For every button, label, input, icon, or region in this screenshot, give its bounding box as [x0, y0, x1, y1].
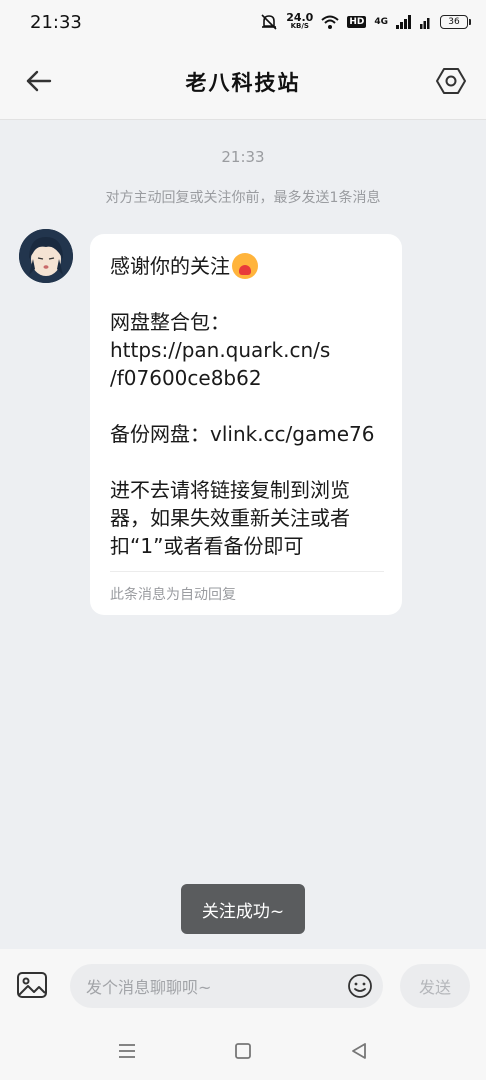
input-bar: 发个消息聊聊呗~ 发送: [0, 949, 486, 1023]
message-bubble[interactable]: 感谢你的关注 网盘整合包： https://pan.quark.cn/s /f0…: [90, 234, 402, 615]
message-input-placeholder: 发个消息聊聊呗~: [86, 978, 212, 997]
arrow-left-icon[interactable]: [24, 66, 54, 96]
bubble-divider: [110, 571, 384, 572]
hexagon-gear-icon[interactable]: [436, 66, 466, 96]
message-line: 进不去请将链接复制到浏览: [110, 478, 350, 502]
network-speed: 24.0 KB/S: [286, 11, 314, 30]
signal-label: 4G: [374, 17, 388, 27]
message-line: [110, 280, 384, 308]
message-input[interactable]: 发个消息聊聊呗~: [70, 964, 383, 1008]
toast: 关注成功~: [181, 884, 305, 934]
battery-icon: 36: [440, 15, 471, 29]
signal-icon: [396, 15, 411, 29]
status-time: 21:33: [30, 11, 82, 33]
avatar-image: [19, 229, 73, 283]
chat-timestamp: 21:33: [221, 148, 265, 166]
avatar[interactable]: [19, 229, 73, 283]
message-line: 备份网盘：vlink.cc/game76: [110, 422, 375, 446]
message-line: [110, 392, 384, 420]
message-line: 感谢你的关注: [110, 252, 384, 280]
status-bar: 21:33 24.0 KB/S HD 4G 36: [0, 0, 486, 44]
page-title: 老八科技站: [185, 70, 301, 95]
message-line: [110, 448, 384, 476]
triangle-back-icon[interactable]: [348, 1040, 370, 1062]
message-line: 器，如果失效重新关注或者: [110, 506, 350, 530]
system-nav-bar: [0, 1023, 486, 1080]
message-link[interactable]: /f07600ce8b62: [110, 364, 384, 392]
image-icon[interactable]: [16, 969, 48, 1001]
title-bar: 老八科技站: [0, 44, 486, 120]
status-icons: 24.0 KB/S HD 4G 36: [260, 11, 471, 31]
heart-hug-emoji-icon: [232, 253, 258, 279]
message-line: 网盘整合包：: [110, 310, 230, 334]
message-line: 扣“1”或者看备份即可: [110, 534, 304, 558]
mute-bell-icon: [261, 14, 277, 30]
chat-notice: 对方主动回复或关注你前，最多发送1条消息: [105, 190, 381, 206]
hd-badge: HD: [347, 16, 367, 28]
auto-reply-label: 此条消息为自动回复: [110, 587, 236, 603]
send-button[interactable]: 发送: [400, 964, 470, 1008]
menu-icon[interactable]: [116, 1040, 138, 1062]
smiley-icon[interactable]: [347, 973, 373, 999]
message-link[interactable]: https://pan.quark.cn/s: [110, 336, 384, 364]
wifi-icon: [321, 15, 339, 29]
signal-icon-2: [420, 18, 430, 29]
square-home-icon[interactable]: [232, 1040, 254, 1062]
